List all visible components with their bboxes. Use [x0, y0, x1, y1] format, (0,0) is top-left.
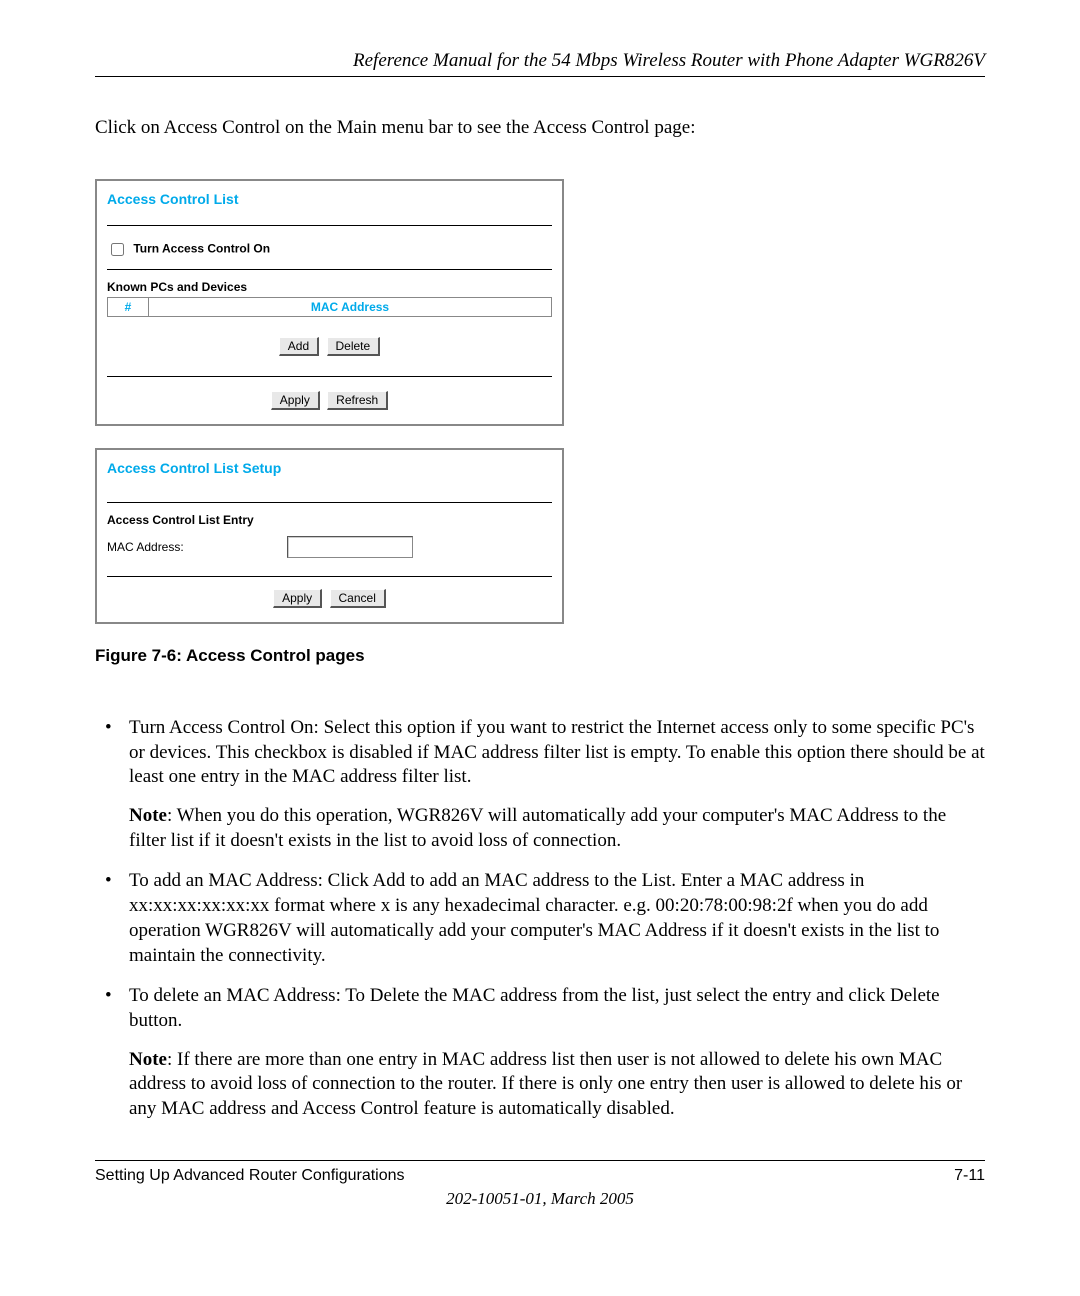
- setup-panel-title: Access Control List Setup: [107, 460, 552, 503]
- note-text: : If there are more than one entry in MA…: [129, 1049, 962, 1119]
- note-text: : When you do this operation, WGR826V wi…: [129, 805, 946, 851]
- acl-apply-refresh-row: Apply Refresh: [107, 376, 552, 410]
- access-control-list-panel: Access Control List Turn Access Control …: [95, 179, 564, 426]
- header-rule: [95, 76, 985, 77]
- footer-section: Setting Up Advanced Router Configuration…: [95, 1167, 405, 1185]
- turn-access-control-label: Turn Access Control On: [133, 242, 270, 256]
- turn-access-control-row: Turn Access Control On: [107, 236, 552, 270]
- known-pcs-table: # MAC Address: [107, 297, 552, 317]
- entry-label: Access Control List Entry: [107, 513, 552, 527]
- list-item: Turn Access Control On: Select this opti…: [95, 716, 985, 853]
- known-pcs-label: Known PCs and Devices: [107, 280, 552, 294]
- setup-apply-button[interactable]: Apply: [273, 589, 322, 608]
- intro-text: Click on Access Control on the Main menu…: [95, 117, 985, 139]
- list-item: To delete an MAC Address: To Delete the …: [95, 984, 985, 1121]
- apply-button[interactable]: Apply: [271, 391, 320, 410]
- add-button[interactable]: Add: [279, 337, 319, 356]
- mac-address-input[interactable]: [287, 536, 413, 558]
- footer-page-number: 7-11: [954, 1167, 985, 1185]
- figure-caption: Figure 7-6: Access Control pages: [95, 646, 985, 666]
- acl-panel-title: Access Control List: [107, 191, 552, 226]
- bullet-text: Turn Access Control On: Select this opti…: [129, 717, 985, 787]
- list-item: To add an MAC Address: Click Add to add …: [95, 869, 985, 968]
- note-label: Note: [129, 1049, 167, 1070]
- access-control-setup-panel: Access Control List Setup Access Control…: [95, 448, 564, 624]
- page-header-title: Reference Manual for the 54 Mbps Wireles…: [95, 50, 985, 72]
- mac-address-row: MAC Address:: [107, 530, 552, 577]
- body-bullet-list: Turn Access Control On: Select this opti…: [95, 716, 985, 1122]
- bullet-text: To add an MAC Address: Click Add to add …: [129, 870, 939, 965]
- col-num: #: [108, 298, 149, 317]
- page-footer: Setting Up Advanced Router Configuration…: [95, 1160, 985, 1209]
- note-label: Note: [129, 805, 167, 826]
- acl-add-delete-row: Add Delete: [107, 337, 552, 356]
- turn-access-control-checkbox[interactable]: [111, 243, 124, 256]
- cancel-button[interactable]: Cancel: [330, 589, 386, 608]
- note-block: Note: When you do this operation, WGR826…: [129, 804, 985, 853]
- col-mac: MAC Address: [149, 298, 552, 317]
- footer-docid: 202-10051-01, March 2005: [95, 1189, 985, 1209]
- refresh-button[interactable]: Refresh: [327, 391, 388, 410]
- delete-button[interactable]: Delete: [327, 337, 381, 356]
- note-block: Note: If there are more than one entry i…: [129, 1048, 985, 1122]
- table-header-row: # MAC Address: [108, 298, 552, 317]
- setup-apply-cancel-row: Apply Cancel: [107, 589, 552, 608]
- mac-address-label: MAC Address:: [107, 540, 287, 554]
- footer-rule: [95, 1160, 985, 1161]
- bullet-text: To delete an MAC Address: To Delete the …: [129, 985, 940, 1031]
